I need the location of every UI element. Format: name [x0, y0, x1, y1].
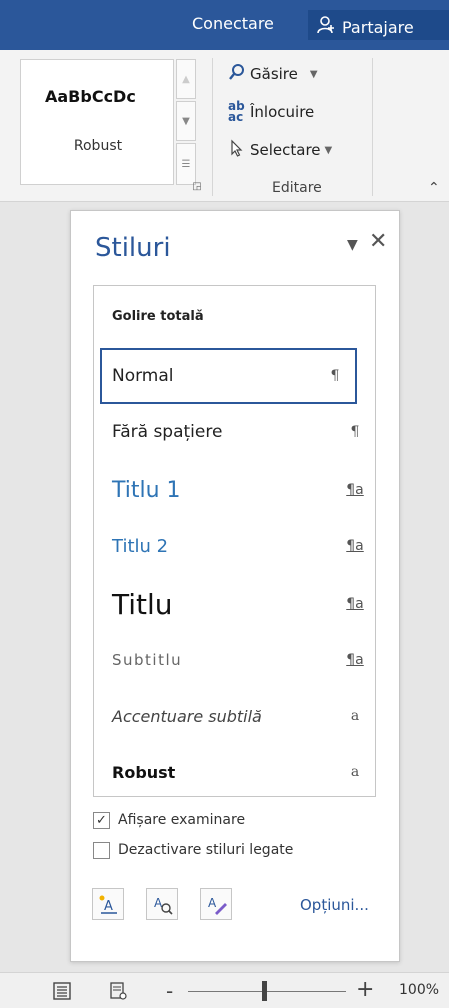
- disable-linked-option: Dezactivare stiluri legate: [93, 839, 293, 861]
- new-style-button[interactable]: A: [92, 888, 124, 920]
- zoom-in-button[interactable]: +: [356, 977, 374, 1002]
- style-item-titlu-1[interactable]: Titlu 1 ¶a: [94, 462, 375, 518]
- select-label: Selectare: [250, 141, 321, 159]
- status-bar: - + 100%: [0, 972, 449, 1008]
- linked-style-mark: ¶a: [346, 538, 364, 554]
- linked-style-mark: ¶a: [346, 482, 364, 498]
- ribbon-divider: [212, 58, 213, 196]
- replace-button[interactable]: ab ac Înlocuire: [228, 100, 314, 124]
- read-mode-icon[interactable]: [108, 981, 128, 1005]
- gallery-scroll-up-button[interactable]: ▲: [176, 59, 196, 99]
- gallery-scroll-down-button[interactable]: ▼: [176, 101, 196, 141]
- ribbon: AaBbCcDc Robust ▲ ▼ ☰ Găsire ▼ ab ac Înlo…: [0, 50, 449, 202]
- disable-linked-label: Dezactivare stiluri legate: [118, 842, 294, 858]
- character-style-mark: a: [350, 764, 360, 780]
- find-button[interactable]: Găsire ▼: [228, 62, 318, 86]
- style-label: Accentuare subtilă: [112, 706, 262, 726]
- replace-icon: ab ac: [228, 99, 245, 124]
- character-style-mark: a: [350, 708, 360, 724]
- style-item-accentuare-subtila[interactable]: Accentuare subtilă a: [94, 688, 375, 744]
- close-icon[interactable]: ✕: [369, 229, 387, 254]
- pane-title: Stiluri: [95, 233, 171, 263]
- dropdown-arrow-icon: ▼: [324, 144, 333, 156]
- style-label: Titlu 1: [112, 477, 181, 503]
- styles-list: Golire totală Normal ¶ Fără spațiere ¶ T…: [93, 285, 376, 797]
- dialog-launcher-icon[interactable]: ◲: [190, 180, 204, 194]
- style-item-subtitlu[interactable]: Subtitlu ¶a: [94, 632, 375, 688]
- paragraph-style-mark: ¶: [330, 368, 340, 384]
- zoom-slider-thumb[interactable]: [262, 981, 267, 1001]
- pane-options-dropdown[interactable]: ▼: [347, 237, 358, 253]
- zoom-level[interactable]: 100%: [399, 982, 439, 998]
- style-label: Fără spațiere: [112, 422, 223, 442]
- show-preview-checkbox[interactable]: ✓: [93, 811, 110, 829]
- show-preview-label: Afișare examinare: [118, 812, 246, 828]
- style-item-titlu-2[interactable]: Titlu 2 ¶a: [94, 518, 375, 574]
- ribbon-divider: [372, 58, 373, 196]
- style-label: Normal: [112, 366, 174, 386]
- show-preview-option: ✓ Afișare examinare: [93, 809, 245, 831]
- zoom-out-button[interactable]: -: [166, 979, 173, 1003]
- cursor-select-icon: [228, 139, 246, 161]
- person-add-icon: [316, 15, 336, 39]
- zoom-slider-track[interactable]: [188, 991, 346, 992]
- paragraph-style-mark: ¶: [350, 424, 360, 440]
- replace-label: Înlocuire: [250, 103, 315, 121]
- chevron-up-icon[interactable]: ⌃: [428, 180, 440, 196]
- connect-link[interactable]: Conectare: [192, 14, 274, 33]
- editing-group-label: Editare: [272, 180, 322, 196]
- style-item-fara-spatiere[interactable]: Fără spațiere ¶: [94, 404, 375, 460]
- style-label: Titlu: [112, 587, 173, 621]
- style-gallery-item-robust[interactable]: AaBbCcDc Robust: [20, 59, 174, 185]
- style-preview-text: AaBbCcDc: [45, 87, 136, 106]
- dropdown-arrow-icon: ▼: [309, 68, 318, 80]
- find-label: Găsire: [250, 65, 298, 83]
- manage-styles-button[interactable]: A: [200, 888, 232, 920]
- styles-pane: Stiluri ▼ ✕ Golire totală Normal ¶ Fără …: [70, 210, 400, 962]
- style-item-robust[interactable]: Robust a: [94, 744, 375, 800]
- search-icon: [228, 63, 246, 85]
- options-link[interactable]: Opțiuni...: [300, 896, 369, 914]
- svg-text:A: A: [208, 896, 217, 910]
- style-label: Robust: [112, 762, 176, 782]
- share-label: Partajare: [342, 17, 414, 37]
- style-item-titlu[interactable]: Titlu ¶a: [94, 576, 375, 632]
- svg-text:A: A: [104, 899, 113, 914]
- check-icon: ✓: [96, 812, 107, 828]
- disable-linked-checkbox[interactable]: [93, 841, 110, 859]
- select-button[interactable]: Selectare ▼: [228, 138, 332, 162]
- share-button[interactable]: Partajare: [308, 10, 449, 40]
- linked-style-mark: ¶a: [346, 652, 364, 668]
- gallery-scroll: ▲ ▼ ☰: [176, 59, 198, 185]
- style-item-normal[interactable]: Normal ¶: [100, 348, 357, 404]
- gallery-more-button[interactable]: ☰: [176, 143, 196, 185]
- title-bar: Conectare Partajare: [0, 0, 449, 50]
- linked-style-mark: ¶a: [346, 596, 364, 612]
- style-label: Subtitlu: [112, 651, 183, 669]
- style-name-label: Robust: [73, 138, 123, 154]
- print-layout-icon[interactable]: [52, 981, 72, 1005]
- style-item-golire[interactable]: Golire totală: [94, 288, 375, 344]
- style-label: Titlu 2: [112, 535, 169, 557]
- style-inspector-button[interactable]: A: [146, 888, 178, 920]
- style-label: Golire totală: [112, 308, 204, 324]
